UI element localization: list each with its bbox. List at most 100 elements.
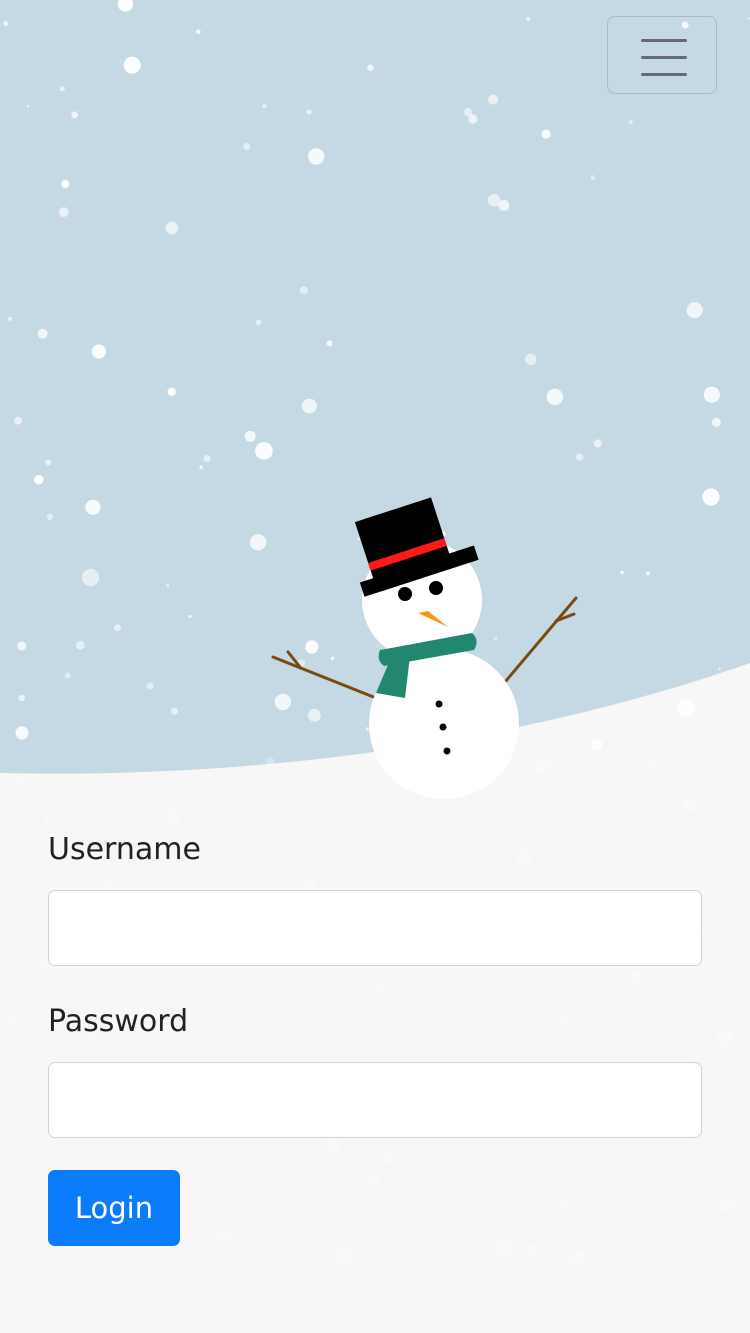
snowflake — [37, 328, 48, 339]
snowflake — [165, 221, 179, 235]
snowflake — [255, 319, 262, 326]
snowflake — [64, 672, 71, 679]
snowflake — [43, 815, 52, 824]
snowflake — [243, 142, 251, 151]
snowflake — [8, 316, 13, 321]
snowflake — [58, 207, 69, 218]
snowflake — [8, 1017, 17, 1027]
snowflake — [17, 776, 27, 785]
snowflake — [188, 614, 192, 619]
snowflake — [308, 709, 321, 722]
snowflake — [620, 570, 624, 574]
snowflake — [534, 756, 552, 774]
snowflake — [18, 694, 25, 702]
password-label: Password — [48, 1004, 189, 1039]
snowflake — [367, 64, 374, 71]
snowflake — [172, 779, 182, 789]
snowflake — [537, 819, 546, 828]
snowflake — [203, 454, 211, 463]
username-label: Username — [48, 832, 201, 867]
snowflake — [711, 417, 721, 427]
snowflake — [113, 624, 121, 632]
hamburger-menu-button[interactable] — [607, 16, 717, 94]
snowflake — [357, 538, 360, 541]
snowflake — [718, 667, 721, 671]
snowflake — [82, 568, 100, 587]
password-field-group: Password — [48, 1002, 702, 1138]
snowman-eye — [429, 581, 443, 595]
snowflake — [46, 513, 54, 521]
snowflake — [628, 120, 633, 125]
snowflake — [265, 757, 275, 766]
snowflake — [326, 340, 333, 347]
username-input[interactable] — [48, 890, 702, 966]
snowflake — [330, 656, 334, 660]
snowflake — [17, 641, 27, 651]
snowflake — [71, 111, 78, 119]
hamburger-menu-icon-line — [641, 56, 687, 59]
hamburger-menu-icon — [641, 39, 687, 42]
snowflake — [15, 726, 29, 740]
login-button[interactable]: Login — [48, 1170, 180, 1246]
snowflake — [525, 353, 537, 365]
username-field-group: Username — [48, 830, 702, 966]
snowflake — [593, 439, 602, 448]
snowflake — [123, 1276, 133, 1286]
snowflake — [61, 180, 70, 188]
snowflake — [487, 194, 501, 207]
snowflake — [199, 465, 203, 469]
snowflake — [45, 459, 51, 466]
snowflake — [590, 175, 596, 180]
snowflake — [305, 640, 319, 654]
snowflake — [75, 640, 85, 650]
snowflake — [301, 398, 317, 414]
snowman-eye — [398, 587, 412, 601]
snowflake — [546, 388, 564, 406]
snowflake — [488, 94, 499, 105]
snowflake — [62, 1283, 72, 1293]
snowflake — [716, 1029, 733, 1047]
snowflake — [3, 21, 9, 27]
snowflake — [244, 430, 256, 442]
snowflake — [123, 56, 141, 74]
snowflake — [249, 534, 267, 551]
snowflake — [146, 682, 154, 690]
snowflake — [170, 707, 178, 715]
snowflake — [274, 693, 292, 711]
snowflake — [677, 699, 695, 718]
snowflake — [686, 302, 703, 319]
snowflake — [526, 17, 531, 21]
snowflake — [85, 499, 101, 515]
snowflake — [335, 1249, 352, 1266]
snowflake — [59, 86, 65, 92]
snowflake — [570, 1250, 587, 1267]
snowflake — [14, 416, 22, 425]
snowflake — [718, 1197, 735, 1213]
snowflake — [308, 148, 325, 165]
login-form: Username Password Login — [48, 830, 702, 1246]
password-input[interactable] — [48, 1062, 702, 1138]
snowflake — [299, 286, 308, 295]
snowflake — [494, 637, 498, 641]
snowflake — [649, 758, 659, 769]
snowflake — [525, 1244, 538, 1257]
snowflake — [166, 583, 170, 588]
snowflake — [703, 386, 721, 403]
snowflake — [591, 739, 603, 751]
snowflake — [682, 797, 698, 813]
snowflake — [255, 442, 273, 460]
snowflake — [34, 475, 44, 485]
snowflake — [646, 571, 650, 576]
login-page: Username Password Login — [0, 0, 750, 1333]
snowflake — [262, 104, 267, 109]
snowflake — [306, 109, 312, 115]
snowflake — [196, 29, 201, 34]
snowflake — [91, 344, 106, 359]
snowflake — [167, 387, 176, 396]
hamburger-menu-icon-line — [641, 73, 687, 76]
snowflake — [575, 453, 584, 462]
snowflake — [730, 806, 737, 813]
snowflake — [702, 488, 720, 506]
snowflake — [541, 129, 551, 139]
snowflake — [468, 114, 478, 124]
